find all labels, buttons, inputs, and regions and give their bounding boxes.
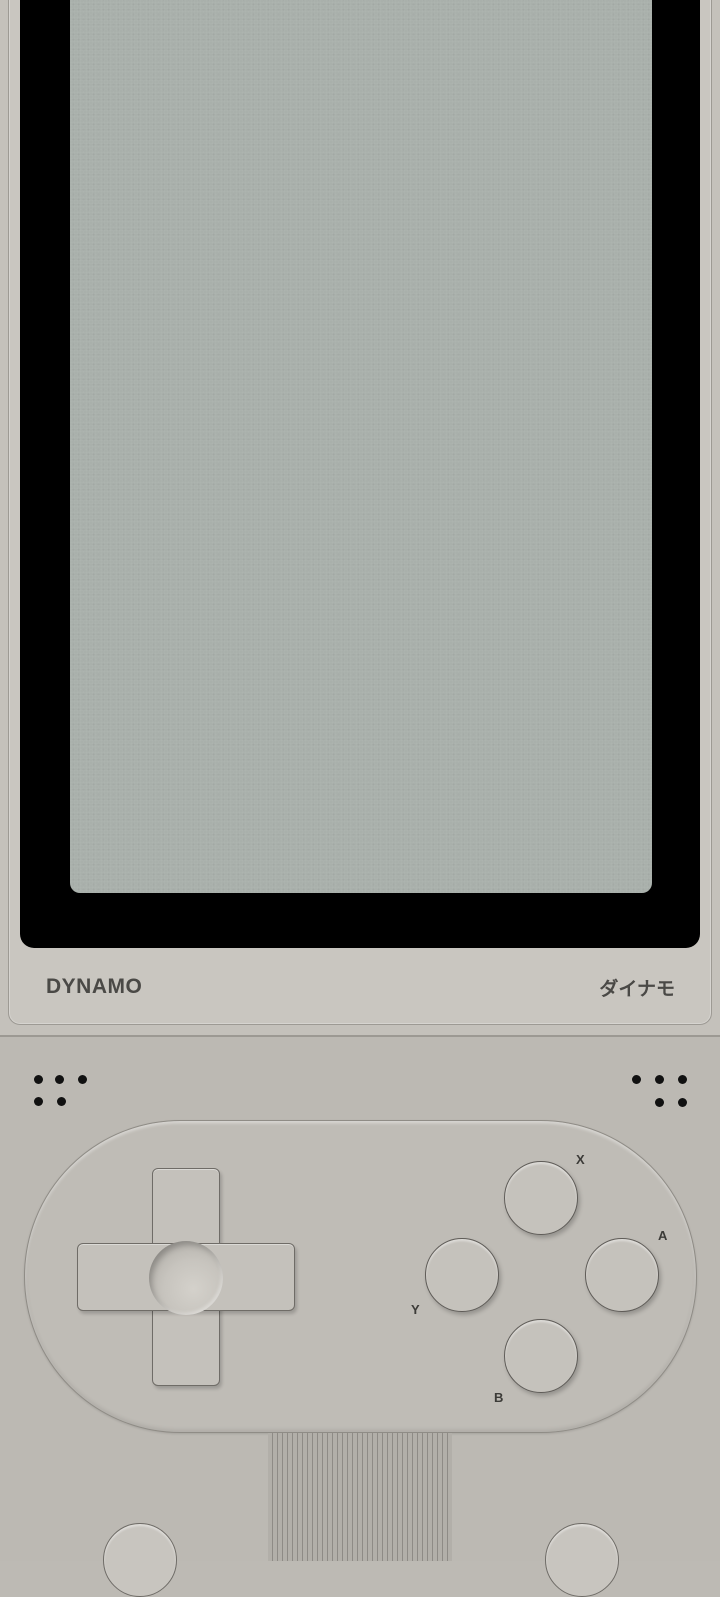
x-button[interactable] (504, 1161, 578, 1235)
b-button-label: B (494, 1390, 504, 1405)
brand-japanese-text: ダイナモ (599, 978, 675, 1000)
vent-grille (268, 1433, 452, 1561)
select-button[interactable] (103, 1523, 177, 1597)
b-button[interactable] (504, 1319, 578, 1393)
lcd-screen (70, 0, 652, 893)
x-button-label: X (576, 1152, 585, 1167)
a-button-label: A (658, 1228, 668, 1243)
y-button[interactable] (425, 1238, 499, 1312)
dpad-center-icon[interactable] (149, 1241, 223, 1315)
y-button-label: Y (411, 1302, 420, 1317)
start-button[interactable] (545, 1523, 619, 1597)
a-button[interactable] (585, 1238, 659, 1312)
brand-logo-text: DYNAMO (46, 975, 143, 998)
